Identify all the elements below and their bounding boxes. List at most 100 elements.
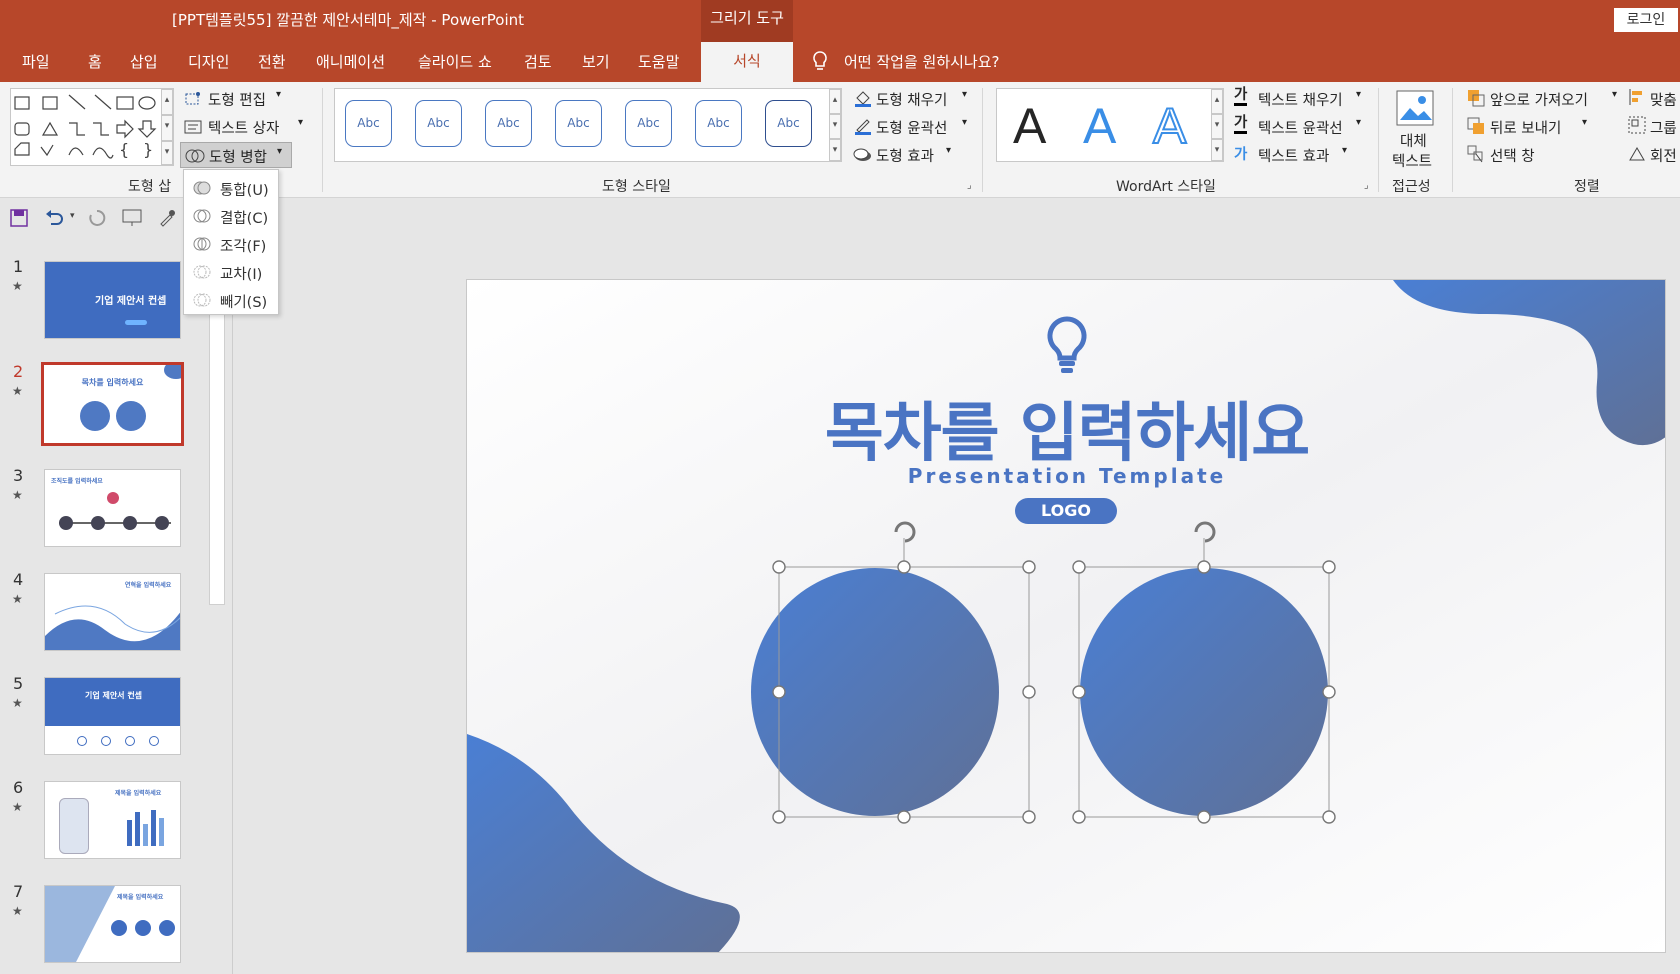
gallery-scroll-down[interactable]: ▾ — [829, 114, 841, 139]
wordart-style-3[interactable]: A — [1152, 100, 1187, 152]
wordart-style-2[interactable]: A — [1083, 101, 1116, 151]
gallery-scroll-up[interactable]: ▴ — [1211, 89, 1223, 114]
presentation-icon[interactable] — [122, 209, 144, 231]
alt-text-button[interactable]: 대체 텍스트 — [1388, 86, 1446, 172]
chevron-down-icon: ▾ — [277, 146, 283, 157]
shape-style-4[interactable]: Abc — [555, 100, 602, 147]
drawing-tools-context-label: 그리기 도구 — [701, 0, 793, 42]
text-outline-button[interactable]: 텍스트 윤곽선 — [1258, 117, 1343, 138]
thumbnail-node — [111, 920, 127, 936]
slide-canvas[interactable]: 목차를 입력하세요 Presentation Template LOGO — [466, 279, 1666, 953]
shape-style-2[interactable]: Abc — [415, 100, 462, 147]
menu-item-label: 빼기(S) — [220, 295, 268, 311]
slide-thumbnail-2[interactable]: 목차를 입력하세요 — [41, 362, 184, 446]
text-outline-icon: 가 — [1234, 115, 1248, 134]
chevron-down-icon: ▾ — [1612, 89, 1618, 100]
thumbnail-circle — [80, 401, 110, 431]
slide-thumbnail-6[interactable]: 제목을 입력하세요 — [44, 781, 181, 859]
shape-effects-icon — [853, 144, 873, 168]
gallery-scroll-up[interactable]: ▴ — [829, 89, 841, 114]
menu-item-label: 교차(I) — [220, 267, 263, 283]
gallery-expand[interactable]: ▾ — [1211, 139, 1223, 161]
merge-shapes-button[interactable]: 도형 병합 ▾ — [180, 142, 292, 168]
shape-effects-button[interactable]: 도형 효과 — [876, 145, 934, 166]
text-box-button[interactable]: 텍스트 상자 — [208, 117, 279, 138]
send-backward-button[interactable]: 뒤로 보내기 — [1490, 117, 1561, 138]
tab-home[interactable]: 홈 — [88, 51, 102, 72]
tab-file[interactable]: 파일 — [22, 51, 50, 72]
slide-thumbnail-7[interactable]: 제목을 입력하세요 — [44, 885, 181, 963]
tab-slideshow[interactable]: 슬라이드 쇼 — [418, 51, 492, 72]
undo-dropdown-icon[interactable]: ▾ — [70, 211, 75, 221]
slide-number: 1 — [13, 257, 24, 276]
shapes-gallery[interactable]: {} ▴ ▾ ▾ — [10, 88, 174, 166]
dialog-launcher-icon[interactable]: ⌟ — [967, 180, 972, 191]
redo-icon[interactable] — [88, 209, 106, 231]
divider — [1378, 88, 1379, 192]
thumbnail-node — [59, 516, 73, 530]
rotate-button[interactable]: 회전 — [1650, 145, 1677, 166]
gallery-scroll-down[interactable]: ▾ — [161, 115, 173, 141]
bring-forward-button[interactable]: 앞으로 가져오기 — [1490, 89, 1588, 110]
rotate-icon — [1628, 144, 1646, 166]
shape-style-5[interactable]: Abc — [625, 100, 672, 147]
animation-star-icon: ★ — [12, 696, 23, 710]
slide-thumbnail-3[interactable]: 조직도를 입력하세요 — [44, 469, 181, 547]
shape-fill-button[interactable]: 도형 채우기 — [876, 89, 947, 110]
slide-thumbnail-5[interactable]: 기업 제안서 컨셉 — [44, 677, 181, 755]
tab-review[interactable]: 검토 — [524, 51, 552, 72]
merge-shapes-icon — [185, 147, 205, 169]
align-button[interactable]: 맞춤 — [1650, 89, 1677, 110]
gallery-scroll-up[interactable]: ▴ — [161, 89, 173, 115]
gallery-scroll-down[interactable]: ▾ — [1211, 114, 1223, 139]
text-fill-button[interactable]: 텍스트 채우기 — [1258, 89, 1343, 110]
menu-item-intersect[interactable]: 교차(I) — [184, 259, 278, 286]
tab-design[interactable]: 디자인 — [188, 51, 229, 72]
edit-shape-button[interactable]: 도형 편집 — [208, 89, 266, 110]
animation-star-icon: ★ — [12, 904, 23, 918]
thumbnail-node — [107, 492, 119, 504]
tab-format[interactable]: 서식 — [701, 42, 793, 82]
menu-item-union[interactable]: 통합(U) — [184, 175, 278, 202]
shape-styles-gallery[interactable]: Abc Abc Abc Abc Abc Abc Abc ▴ ▾ ▾ — [334, 88, 842, 162]
tab-view[interactable]: 보기 — [582, 51, 610, 72]
selected-shapes — [751, 521, 1336, 824]
menu-item-combine[interactable]: 결합(C) — [184, 203, 278, 230]
eyedropper-icon[interactable] — [158, 209, 176, 231]
circle-shape-left[interactable] — [751, 521, 1036, 824]
tell-me-search[interactable]: 어떤 작업을 원하시나요? — [844, 51, 1000, 72]
tab-transitions[interactable]: 전환 — [258, 51, 286, 72]
circle-shape-right[interactable] — [1072, 521, 1336, 824]
tab-insert[interactable]: 삽입 — [130, 51, 158, 72]
slide-number: 6 — [13, 778, 24, 797]
menu-item-subtract[interactable]: 빼기(S) — [184, 287, 278, 314]
shape-style-1[interactable]: Abc — [345, 100, 392, 147]
gallery-expand[interactable]: ▾ — [161, 141, 173, 165]
thumbnail-node — [101, 736, 111, 746]
shape-style-7[interactable]: Abc — [765, 100, 812, 147]
wordart-style-1[interactable]: A — [1013, 101, 1046, 151]
slide-thumbnail-1[interactable]: 기업 제안서 컨셉 — [44, 261, 181, 339]
shape-style-3[interactable]: Abc — [485, 100, 532, 147]
slide-thumbnail-4[interactable]: 연혁을 입력하세요 — [44, 573, 181, 651]
shape-styles-group-label: 도형 스타일 — [602, 179, 671, 195]
dialog-launcher-icon[interactable]: ⌟ — [1364, 180, 1369, 191]
login-button[interactable]: 로그인 — [1614, 8, 1678, 32]
group-button[interactable]: 그룹 — [1650, 117, 1677, 138]
gallery-expand[interactable]: ▾ — [829, 139, 841, 161]
text-effects-button[interactable]: 텍스트 효과 — [1258, 145, 1329, 166]
selection-pane-button[interactable]: 선택 창 — [1490, 145, 1535, 166]
shape-style-6[interactable]: Abc — [695, 100, 742, 147]
undo-icon[interactable] — [44, 209, 64, 231]
save-icon[interactable] — [10, 209, 28, 231]
ribbon-tabs: 파일 홈 삽입 디자인 전환 애니메이션 슬라이드 쇼 검토 보기 도움말 서식… — [0, 42, 1680, 82]
thumbnail-circle — [116, 401, 146, 431]
divider — [982, 88, 983, 192]
thumbnail-node — [135, 920, 151, 936]
tab-animations[interactable]: 애니메이션 — [316, 51, 385, 72]
shape-outline-button[interactable]: 도형 윤곽선 — [876, 117, 947, 138]
tab-help[interactable]: 도움말 — [638, 51, 679, 72]
wordart-gallery[interactable]: A A A ▴ ▾ ▾ — [996, 88, 1224, 162]
lightbulb-icon — [812, 51, 828, 77]
menu-item-fragment[interactable]: 조각(F) — [184, 231, 278, 258]
